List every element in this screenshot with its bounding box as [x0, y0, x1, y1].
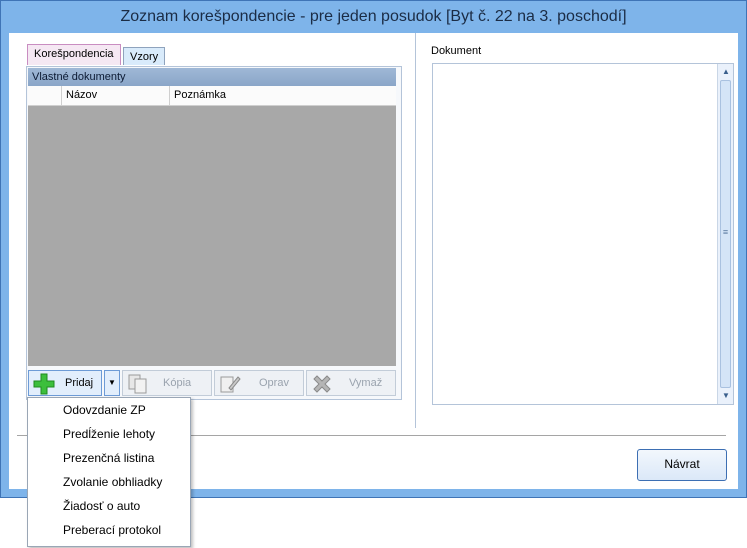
add-button[interactable]: Pridaj [28, 370, 102, 396]
add-dropdown-arrow[interactable]: ▼ [104, 370, 120, 396]
window-title: Zoznam korešpondencie - pre jeden posudo… [120, 8, 627, 25]
tab-panel: Vlastné dokumenty Názov Poznámka Pridaj … [26, 66, 402, 400]
edit-button[interactable]: Oprav [214, 370, 304, 396]
menu-item-ziadost-o-auto[interactable]: Žiadosť o auto [28, 494, 188, 518]
add-dropdown-menu: Odovzdanie ZP Predĺženie lehoty Prezenčn… [27, 397, 191, 547]
edit-icon [220, 376, 241, 393]
group-title: Vlastné dokumenty [28, 68, 396, 86]
menu-item-predlzenie-lehoty[interactable]: Predĺženie lehoty [28, 422, 188, 446]
add-button-label: Pridaj [65, 377, 94, 389]
document-panel: Dokument ▲ ≡ ▼ [415, 33, 739, 428]
documents-grid[interactable]: Názov Poznámka [28, 86, 396, 366]
column-header-indicator[interactable] [28, 86, 62, 105]
document-textarea[interactable]: ▲ ≡ ▼ [432, 63, 734, 405]
documents-toolbar: Pridaj ▼ Kópia Oprav Vymaž [28, 370, 398, 398]
scroll-down-icon[interactable]: ▼ [719, 389, 733, 403]
column-header-note[interactable]: Poznámka [170, 86, 396, 105]
document-scrollbar[interactable]: ▲ ≡ ▼ [717, 64, 733, 404]
scroll-up-icon[interactable]: ▲ [719, 65, 733, 79]
scroll-thumb[interactable]: ≡ [720, 80, 731, 388]
grip-icon: ≡ [722, 227, 729, 237]
delete-icon [313, 375, 331, 393]
edit-button-label: Oprav [259, 377, 289, 389]
tab-korespondencia[interactable]: Korešpondencia [27, 44, 121, 65]
return-button[interactable]: Návrat [637, 449, 727, 481]
copy-button-label: Kópia [163, 377, 192, 389]
plus-icon [33, 373, 55, 395]
menu-item-preberaci-protokol[interactable]: Preberací protokol [28, 518, 188, 542]
delete-button-label: Vymaž [349, 377, 383, 389]
delete-button[interactable]: Vymaž [306, 370, 396, 396]
copy-button[interactable]: Kópia [122, 370, 212, 396]
menu-item-odovzdanie-zp[interactable]: Odovzdanie ZP [28, 398, 188, 422]
menu-item-prezencna-listina[interactable]: Prezenčná listina [28, 446, 188, 470]
menu-item-zvolanie-obhliadky[interactable]: Zvolanie obhliadky [28, 470, 188, 494]
grid-header: Názov Poznámka [28, 86, 396, 106]
document-label: Dokument [431, 45, 482, 57]
tab-vzory[interactable]: Vzory [123, 47, 166, 65]
copy-icon [128, 374, 147, 394]
column-header-name[interactable]: Názov [62, 86, 170, 105]
